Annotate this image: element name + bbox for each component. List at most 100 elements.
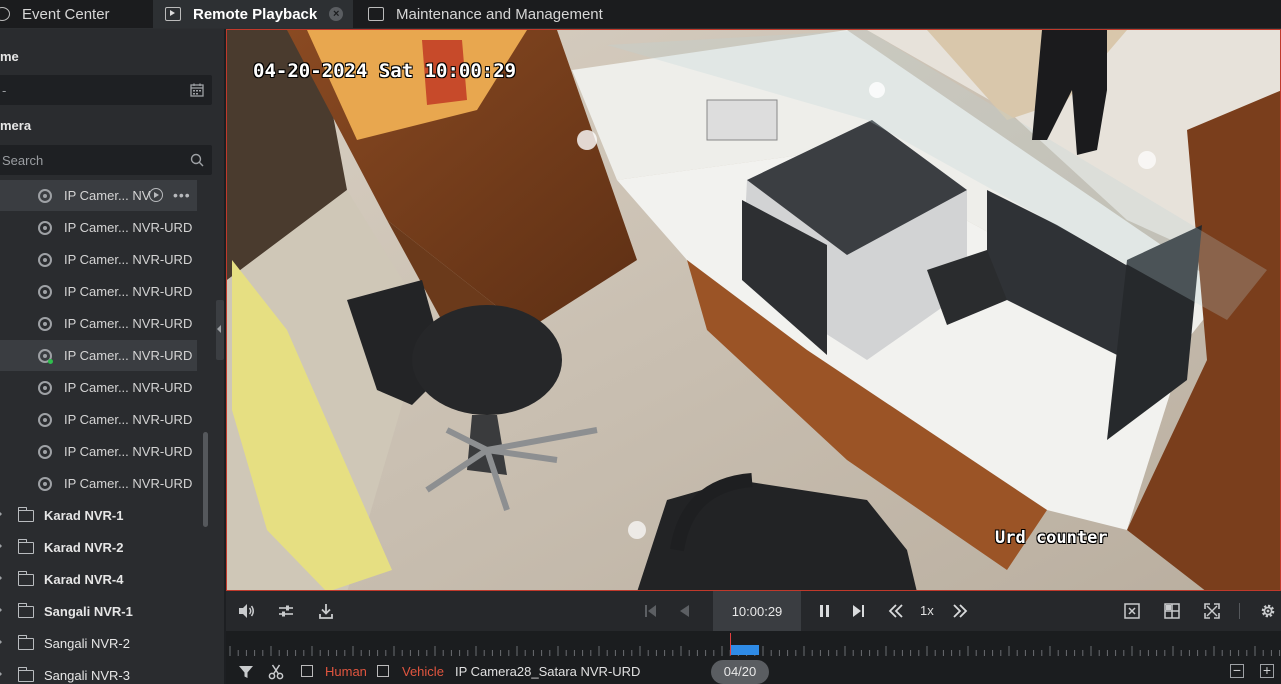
folder-item[interactable]: Karad NVR-2 [0,532,210,563]
play-icon[interactable] [149,188,163,202]
time-range-field[interactable]: - [0,75,212,105]
clip-scissors-icon[interactable] [268,664,284,680]
folder-icon [17,635,34,650]
folder-label: Karad NVR-4 [44,572,124,587]
camera-icon [38,317,52,331]
camera-section-title: mera [0,118,32,133]
fullscreen-icon[interactable] [1203,602,1221,620]
camera-item[interactable]: IP Camer... NVR-URD [0,308,197,339]
camera-item[interactable]: IP Camer... NVR-URD [0,244,197,275]
playback-speed[interactable]: 1x [920,603,934,618]
speed-up-icon[interactable] [951,602,969,620]
next-frame-icon[interactable] [850,602,866,620]
download-icon[interactable] [317,602,335,620]
folder-label: Sangali NVR-1 [44,604,133,619]
calendar-icon[interactable] [190,83,204,97]
adjust-icon[interactable] [277,602,295,620]
camera-item[interactable]: IP Camer... NVR-URD [0,436,197,467]
search-placeholder: Search [2,152,44,168]
divider [1239,603,1240,619]
camera-icon [38,285,52,299]
playback-control-bar: 10:00:29 1x [226,591,1281,631]
folder-icon [17,603,34,618]
camera-label: IP Camer... NVR-URD [64,476,193,491]
camera-item[interactable]: IP Camer... NVR-URD [0,372,197,403]
folder-icon [17,507,34,522]
collapse-sidebar-handle[interactable] [216,300,224,360]
more-options-icon[interactable]: ••• [173,187,191,203]
video-playback-window[interactable]: 04-20-2024 Sat 10:00:29 Urd counter [226,29,1281,591]
camera-search-field[interactable]: Search [0,145,212,175]
folder-icon [17,667,34,682]
close-tab-icon[interactable]: × [329,7,344,21]
vehicle-filter-checkbox[interactable] [377,665,389,677]
close-window-icon[interactable] [1123,602,1141,620]
camera-item[interactable]: IP Camer... NVR-URD [0,404,197,435]
camera-item[interactable]: IP Camer... NVR-URD [0,468,197,499]
reverse-play-icon[interactable] [677,602,693,620]
tab-label: Remote Playback [193,5,318,23]
camera-label: IP Camer... NVR-URD [64,316,193,331]
camera-icon [38,381,52,395]
camera-item-active[interactable]: IP Camer... NVR-URD [0,340,197,371]
maintenance-icon [368,7,384,21]
tab-label: Event Center [22,5,110,23]
human-filter-label: Human [325,664,367,679]
current-time-display: 10:00:29 [713,591,801,631]
tab-remote-playback[interactable]: Remote Playback × [153,0,353,28]
slow-down-icon[interactable] [887,602,905,620]
folder-icon [17,571,34,586]
expand-caret-icon[interactable] [0,509,2,519]
tab-event-center[interactable]: Event Center [0,0,146,28]
folder-label: Sangali NVR-2 [44,636,130,651]
expand-caret-icon[interactable] [0,637,2,647]
volume-icon[interactable] [237,602,255,620]
expand-caret-icon[interactable] [0,669,2,679]
pause-icon[interactable] [817,602,833,620]
recording-segment[interactable] [731,645,759,655]
timeline-playhead[interactable] [730,633,731,655]
camera-item[interactable]: IP Camer... NVR-URD [0,276,197,307]
camera-label: IP Camer... NVR-URD [64,348,193,363]
human-filter-checkbox[interactable] [301,665,313,677]
expand-caret-icon[interactable] [0,605,2,615]
time-range-value: - [2,82,7,98]
folder-item[interactable]: Karad NVR-4 [0,564,210,595]
expand-caret-icon[interactable] [0,541,2,551]
folder-label: Karad NVR-1 [44,508,124,523]
camera-icon [38,413,52,427]
window-layout-icon[interactable] [1163,602,1181,620]
folder-item[interactable]: Sangali NVR-2 [0,628,210,659]
tab-maintenance[interactable]: Maintenance and Management [368,0,628,28]
osd-camera-label: Urd counter [995,528,1108,548]
camera-icon [38,477,52,491]
previous-frame-icon[interactable] [643,602,659,620]
time-section-title: me [0,49,19,64]
search-icon[interactable] [190,153,204,167]
folder-item[interactable]: Sangali NVR-3 [0,660,210,684]
folder-label: Karad NVR-2 [44,540,124,555]
camera-feed-image [227,30,1280,590]
timeline-camera-name: IP Camera28_Satara NVR-URD [455,664,641,679]
folder-icon [17,539,34,554]
zoom-out-icon[interactable]: − [1230,663,1244,678]
camera-item[interactable]: IP Camer... NV ••• [0,180,197,211]
zoom-in-icon[interactable]: + [1260,663,1274,678]
folder-item[interactable]: Sangali NVR-1 [0,596,210,627]
camera-item[interactable]: IP Camer... NVR-URD [0,212,197,243]
camera-icon [38,189,52,203]
settings-gear-icon[interactable] [1259,602,1277,620]
camera-icon [38,445,52,459]
camera-label: IP Camer... NVR-URD [64,412,193,427]
filter-icon[interactable] [238,664,254,680]
camera-label: IP Camer... NVR-URD [64,220,193,235]
tab-bar: Event Center Remote Playback × Maintenan… [0,0,1281,29]
camera-label: IP Camer... NVR-URD [64,444,193,459]
sidebar-scrollbar[interactable] [203,432,208,527]
folder-item[interactable]: Karad NVR-1 [0,500,210,531]
timeline-bar[interactable]: 04/20 Human Vehicle IP Camera28_Satara N… [226,631,1281,684]
expand-caret-icon[interactable] [0,573,2,583]
camera-label: IP Camer... NVR-URD [64,380,193,395]
playback-icon [165,7,181,21]
tab-label: Maintenance and Management [396,5,603,23]
